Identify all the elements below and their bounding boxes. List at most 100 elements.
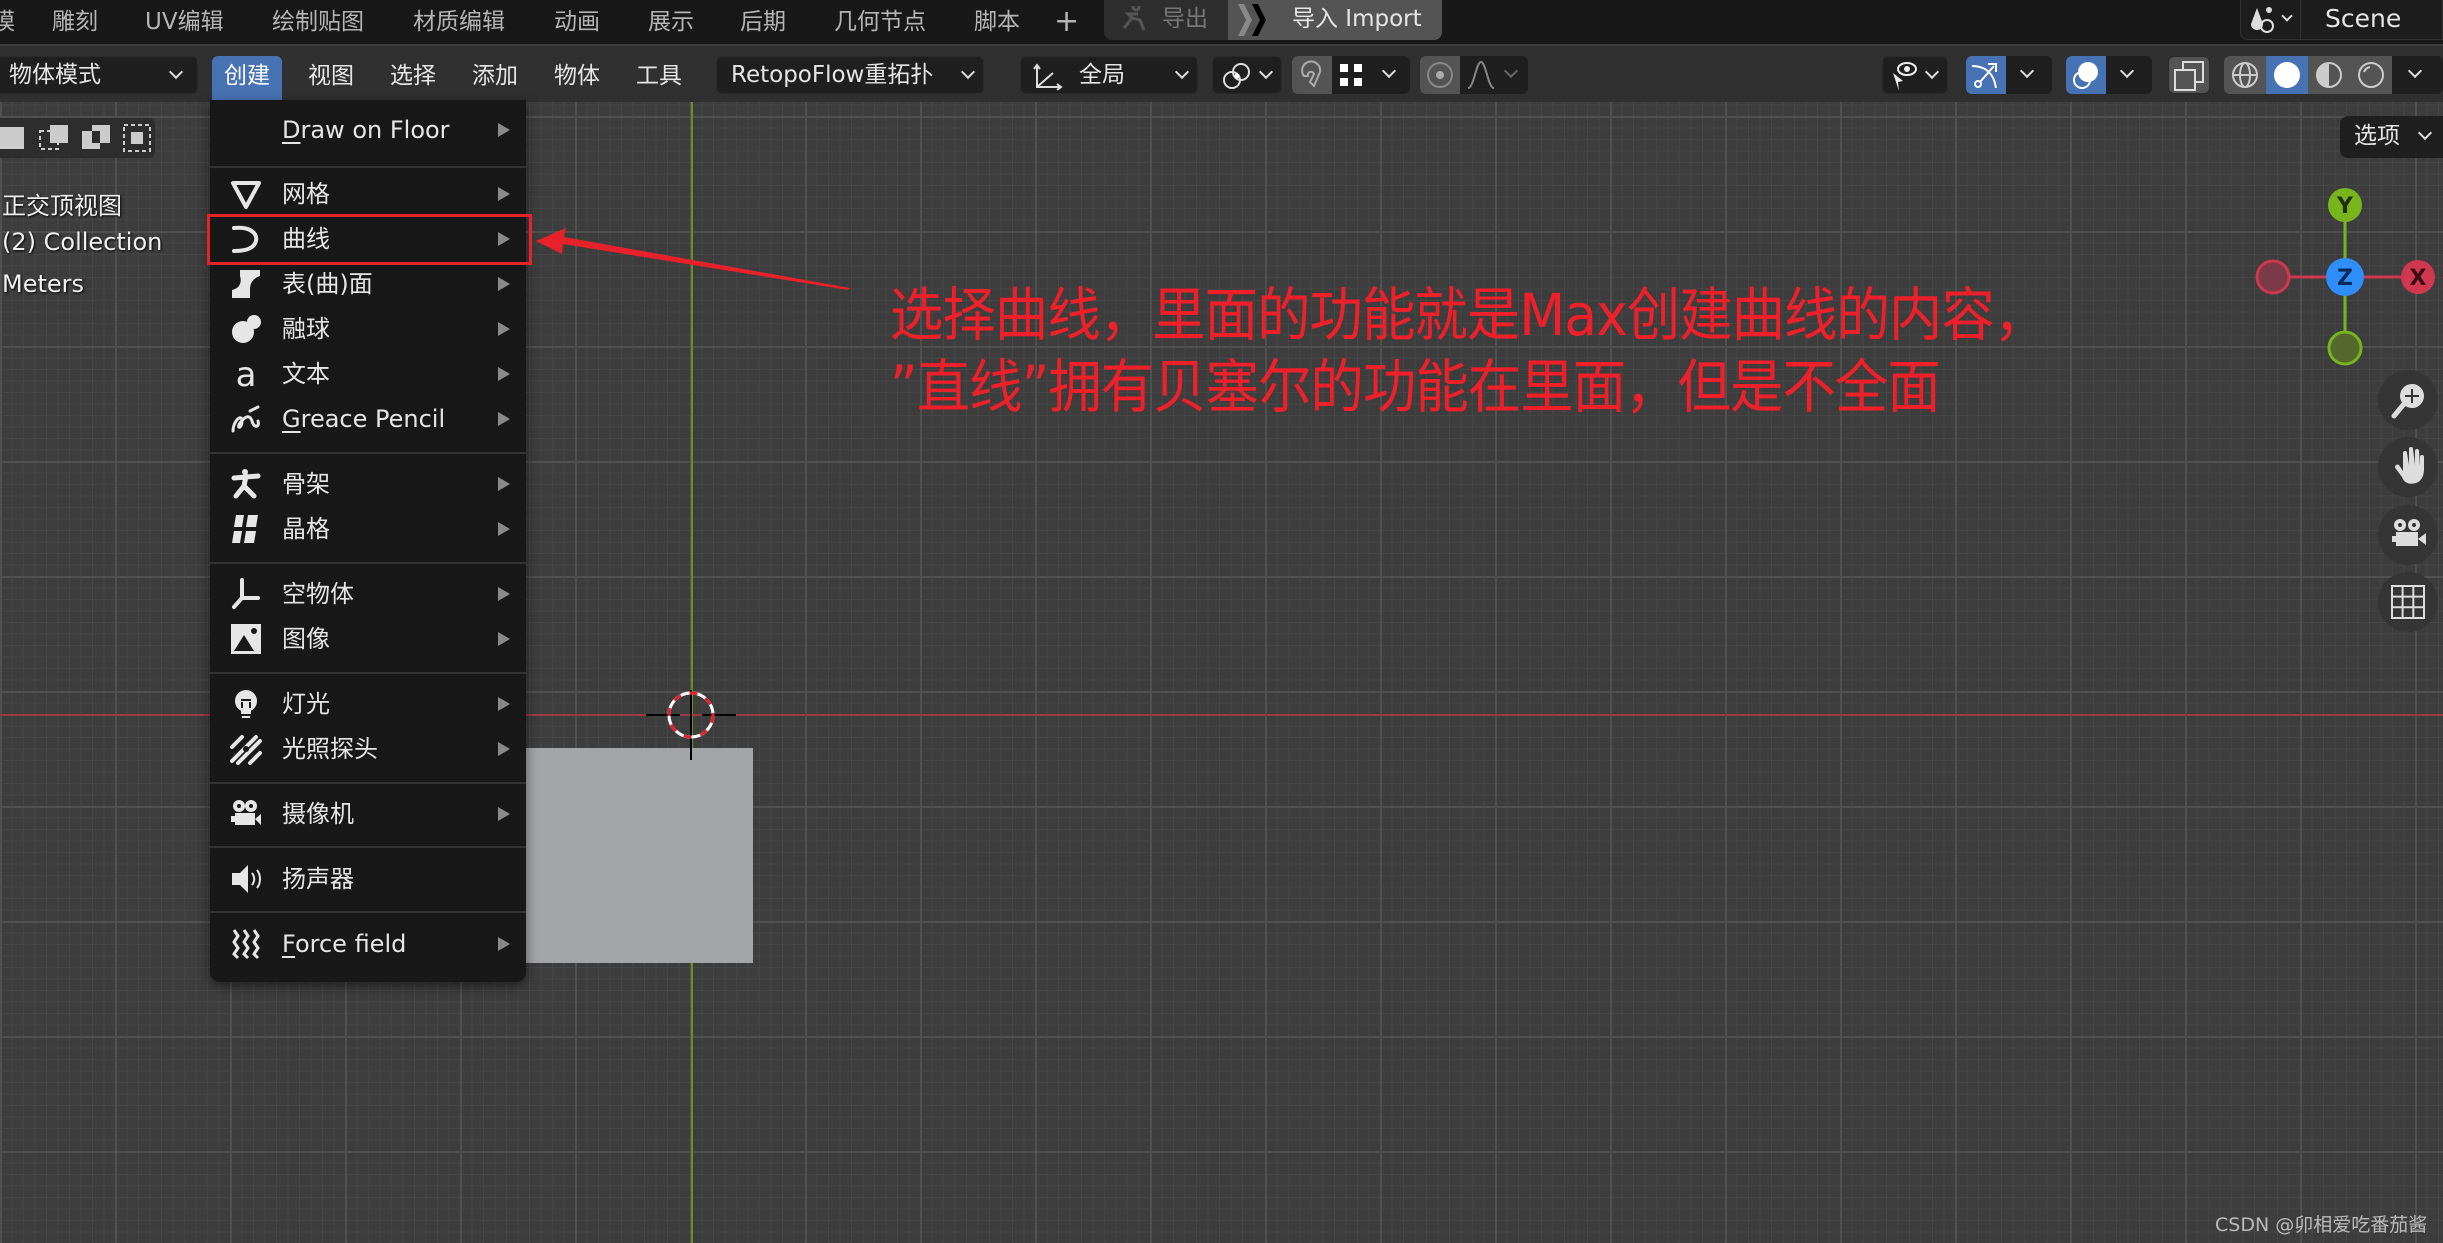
menu-item-empty[interactable]: 空物体 xyxy=(210,572,526,616)
menu-item-lattice[interactable]: 晶格 xyxy=(210,507,526,551)
shading-rendered[interactable] xyxy=(2350,56,2392,94)
export-button[interactable]: 导出 xyxy=(1104,0,1228,40)
menu-view[interactable]: 视图 xyxy=(296,56,366,96)
pivot-point-select[interactable] xyxy=(1212,56,1282,94)
workspace-tab-modeling[interactable]: 模 xyxy=(0,6,15,38)
surface-icon xyxy=(232,270,260,298)
cube-object[interactable] xyxy=(526,748,753,963)
camera-view-button[interactable] xyxy=(2378,505,2438,565)
menu-object[interactable]: 物体 xyxy=(542,56,612,96)
menu-item-light-probe[interactable]: 光照探头 xyxy=(210,727,526,771)
scene-name[interactable]: Scene xyxy=(2325,0,2401,38)
units-label: Meters xyxy=(2,270,85,298)
double-chevron-icon xyxy=(1238,4,1266,36)
menu-item-grease-pencil[interactable]: Greace Pencil xyxy=(210,397,526,441)
transform-orientation-select[interactable]: 全局 xyxy=(1020,56,1198,94)
overlays-toggle[interactable] xyxy=(2066,56,2106,94)
gizmo-neg-y[interactable] xyxy=(2327,330,2363,366)
eye-cursor-icon xyxy=(1893,62,1917,91)
menu-create[interactable]: 创建 xyxy=(212,56,282,102)
snap-toggle[interactable] xyxy=(1292,56,1332,94)
select-extend-icon[interactable] xyxy=(36,121,72,155)
3d-cursor-icon[interactable] xyxy=(646,670,736,760)
menu-item-camera[interactable]: 摄像机 xyxy=(210,792,526,836)
shading-solid[interactable] xyxy=(2266,56,2308,94)
proportional-editing-toggle[interactable] xyxy=(1420,56,1460,94)
menu-select[interactable]: 选择 xyxy=(378,56,448,96)
proportional-falloff-select[interactable] xyxy=(1460,56,1528,94)
pan-button[interactable] xyxy=(2378,437,2438,497)
menu-item-text[interactable]: a 文本 xyxy=(210,352,526,396)
workspace-tab-rendering[interactable]: 展示 xyxy=(648,6,694,38)
submenu-arrow-icon xyxy=(498,187,510,201)
metaball-icon xyxy=(232,315,261,343)
scene-selector[interactable]: Scene xyxy=(2240,0,2443,40)
workspace-tab-texture-paint[interactable]: 绘制贴图 xyxy=(272,6,364,38)
workspace-bar: 模 雕刻 UV编辑 绘制贴图 材质编辑 动画 展示 后期 几何节点 脚本 + 导… xyxy=(0,0,2443,44)
gizmo-options-dropdown[interactable] xyxy=(2006,56,2052,94)
menu-item-speaker[interactable]: 扬声器 xyxy=(210,857,526,901)
shading-material-preview[interactable] xyxy=(2308,56,2350,94)
workspace-tab-animation[interactable]: 动画 xyxy=(554,6,600,38)
workspace-tab-scripting[interactable]: 脚本 xyxy=(974,6,1020,38)
import-button[interactable]: 导入 Import xyxy=(1228,0,1442,40)
zoom-button[interactable] xyxy=(2378,370,2438,430)
options-dropdown[interactable]: 选项 xyxy=(2340,116,2443,158)
chevron-down-icon xyxy=(2119,63,2135,79)
submenu-arrow-icon xyxy=(498,123,510,137)
submenu-arrow-icon xyxy=(498,587,510,601)
menu-item-image[interactable]: 图像 xyxy=(210,617,526,661)
workspace-tab-sculpt[interactable]: 雕刻 xyxy=(52,6,98,38)
shading-options-dropdown[interactable] xyxy=(2392,56,2443,94)
menu-item-label: Greace Pencil xyxy=(282,405,446,433)
select-subtract-icon[interactable] xyxy=(78,121,114,155)
scene-browse-button[interactable] xyxy=(2241,0,2301,40)
workspace-tab-compositing[interactable]: 后期 xyxy=(740,6,786,38)
xray-icon xyxy=(2174,61,2204,91)
menu-tools[interactable]: 工具 xyxy=(624,56,694,96)
submenu-arrow-icon xyxy=(498,697,510,711)
menu-item-label: Force field xyxy=(282,930,407,958)
navigation-gizmo[interactable]: Y X Z xyxy=(2250,180,2443,380)
add-workspace-button[interactable]: + xyxy=(1054,2,1079,42)
select-intersect-icon[interactable] xyxy=(120,121,156,155)
overlays-options-dropdown[interactable] xyxy=(2106,56,2152,94)
gizmo-x-label: X xyxy=(2410,266,2427,291)
menu-item-draw-on-floor[interactable]: Draw on Floor xyxy=(210,108,526,152)
annotation-arrow-icon xyxy=(536,228,850,290)
selectability-visibility-select[interactable] xyxy=(1882,56,1948,94)
snap-target-select[interactable] xyxy=(1332,56,1410,94)
menu-item-force-field[interactable]: Force field xyxy=(210,922,526,966)
empty-icon xyxy=(232,578,260,609)
menu-item-metaball[interactable]: 融球 xyxy=(210,307,526,351)
menu-item-label: 骨架 xyxy=(282,470,330,498)
material-sphere-icon xyxy=(2316,62,2342,88)
chevron-down-icon xyxy=(1381,63,1397,79)
chevron-down-icon xyxy=(2407,63,2423,79)
menu-item-surface[interactable]: 表(曲)面 xyxy=(210,262,526,306)
perspective-toggle-button[interactable] xyxy=(2378,572,2438,632)
gizmo-neg-x[interactable] xyxy=(2255,259,2291,295)
chevron-down-icon xyxy=(1174,64,1190,80)
menu-item-mesh[interactable]: 网格 xyxy=(210,172,526,216)
workspace-tab-geometry-nodes[interactable]: 几何节点 xyxy=(834,6,926,38)
mode-select[interactable]: 物体模式 xyxy=(0,56,198,94)
xray-toggle[interactable] xyxy=(2168,56,2210,94)
chevron-down-icon xyxy=(2281,10,2293,22)
workspace-tab-shading[interactable]: 材质编辑 xyxy=(413,6,505,38)
svg-text:a: a xyxy=(236,358,257,390)
grid-icon xyxy=(2391,585,2425,619)
menu-add[interactable]: 添加 xyxy=(460,56,530,96)
wireframe-sphere-icon xyxy=(2232,62,2258,88)
shading-wireframe[interactable] xyxy=(2224,56,2266,94)
menu-item-armature[interactable]: 骨架 xyxy=(210,462,526,506)
gizmo-toggle[interactable] xyxy=(1966,56,2006,94)
workspace-tab-uv[interactable]: UV编辑 xyxy=(145,6,224,38)
retopoflow-select[interactable]: RetopoFlow重拓扑 xyxy=(716,56,984,94)
snapping-group xyxy=(1292,56,1410,94)
select-new-icon[interactable] xyxy=(0,121,30,155)
menu-item-light[interactable]: 灯光 xyxy=(210,682,526,726)
submenu-arrow-icon xyxy=(498,477,510,491)
menu-item-label: 扬声器 xyxy=(282,865,354,893)
image-icon xyxy=(231,624,261,654)
